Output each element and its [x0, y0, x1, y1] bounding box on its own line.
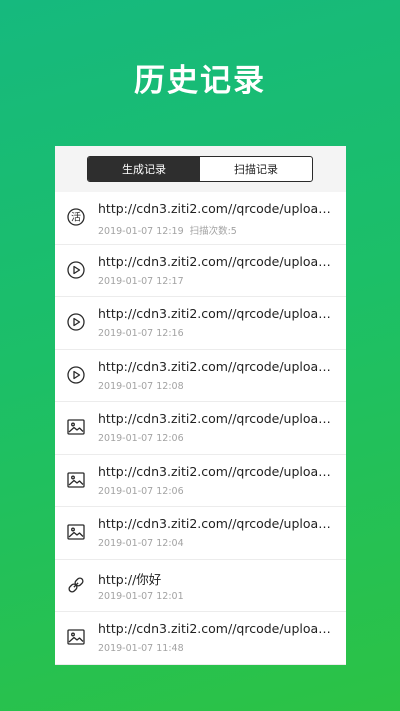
- record-meta: 2019-01-07 12:19 扫描次数:5: [98, 223, 237, 237]
- record-url: http://cdn3.ziti2.com//qrcode/uploade...: [98, 463, 338, 479]
- scan-count: 扫描次数:5: [189, 226, 237, 237]
- video-icon: [66, 260, 86, 280]
- video-icon: [66, 365, 86, 385]
- record-url: http://cdn3.ziti2.com//qrcode/uploade...: [98, 516, 338, 531]
- record-url: http://cdn3.ziti2.com//qrcode/uploade...: [98, 358, 338, 374]
- history-row[interactable]: http://cdn3.ziti2.com//qrcode/uploade...…: [55, 507, 346, 560]
- record-meta: 2019-01-07 12:01: [98, 591, 184, 602]
- history-list: 活 http://cdn3.ziti2.com//qrcode/uploade..…: [55, 192, 346, 665]
- record-time: 2019-01-07 12:01: [98, 590, 184, 602]
- image-icon: [66, 522, 86, 542]
- history-row[interactable]: http://cdn3.ziti2.com//qrcode/uploade...…: [55, 402, 346, 455]
- record-url: http://cdn3.ziti2.com//qrcode/uploade...: [98, 201, 338, 216]
- text-icon-glyph: 活: [71, 212, 81, 224]
- record-url: http://cdn3.ziti2.com//qrcode/uploade...: [98, 253, 338, 269]
- record-time: 2019-01-07 12:08: [98, 380, 184, 392]
- record-meta: 2019-01-07 12:04: [98, 538, 184, 549]
- record-url: http://cdn3.ziti2.com//qrcode/uploade...: [98, 621, 338, 636]
- record-time: 2019-01-07 12:06: [98, 485, 184, 497]
- history-row[interactable]: http://cdn3.ziti2.com//qrcode/uploade...…: [55, 350, 346, 402]
- tab-bar: 生成记录 扫描记录: [55, 146, 346, 192]
- record-meta: 2019-01-07 12:17: [98, 276, 184, 287]
- record-meta: 2019-01-07 12:16: [98, 328, 184, 339]
- record-time: 2019-01-07 11:48: [98, 643, 184, 654]
- record-time: 2019-01-07 12:06: [98, 433, 184, 444]
- history-row[interactable]: http://cdn3.ziti2.com//qrcode/uploade...…: [55, 297, 346, 350]
- page-title: 历史记录: [134, 63, 266, 99]
- record-time: 2019-01-07 12:16: [98, 328, 184, 339]
- record-meta: 2019-01-07 12:06: [98, 486, 184, 497]
- history-card: 生成记录 扫描记录 活 http://cdn3.ziti2.com//qrcode/…: [55, 146, 346, 665]
- record-url: http://你好: [98, 571, 162, 587]
- record-url: http://cdn3.ziti2.com//qrcode/uploade...: [98, 411, 338, 426]
- record-meta: 2019-01-07 12:06: [98, 433, 184, 444]
- record-url: http://cdn3.ziti2.com//qrcode/uploade...: [98, 306, 338, 321]
- image-icon: [66, 470, 86, 490]
- record-time: 2019-01-07 12:17: [98, 275, 184, 287]
- link-icon: [66, 575, 86, 595]
- record-time: 2019-01-07 12:04: [98, 538, 184, 549]
- image-icon: [66, 417, 86, 437]
- history-row[interactable]: http://cdn3.ziti2.com//qrcode/uploade...…: [55, 612, 346, 665]
- image-icon: [66, 627, 86, 647]
- history-row[interactable]: http://cdn3.ziti2.com//qrcode/uploade...…: [55, 455, 346, 507]
- record-meta: 2019-01-07 11:48: [98, 643, 184, 654]
- record-meta: 2019-01-07 12:08: [98, 381, 184, 392]
- history-row[interactable]: http://你好 2019-01-07 12:01: [55, 560, 346, 612]
- video-icon: [66, 312, 86, 332]
- tab-generated-records[interactable]: 生成记录: [88, 157, 200, 181]
- history-row[interactable]: http://cdn3.ziti2.com//qrcode/uploade...…: [55, 245, 346, 297]
- segmented-control: 生成记录 扫描记录: [87, 156, 313, 182]
- history-row[interactable]: 活 http://cdn3.ziti2.com//qrcode/uploade..…: [55, 192, 346, 245]
- tab-scanned-records[interactable]: 扫描记录: [200, 157, 312, 181]
- text-icon: 活: [66, 207, 86, 227]
- record-time: 2019-01-07 12:19: [98, 226, 184, 237]
